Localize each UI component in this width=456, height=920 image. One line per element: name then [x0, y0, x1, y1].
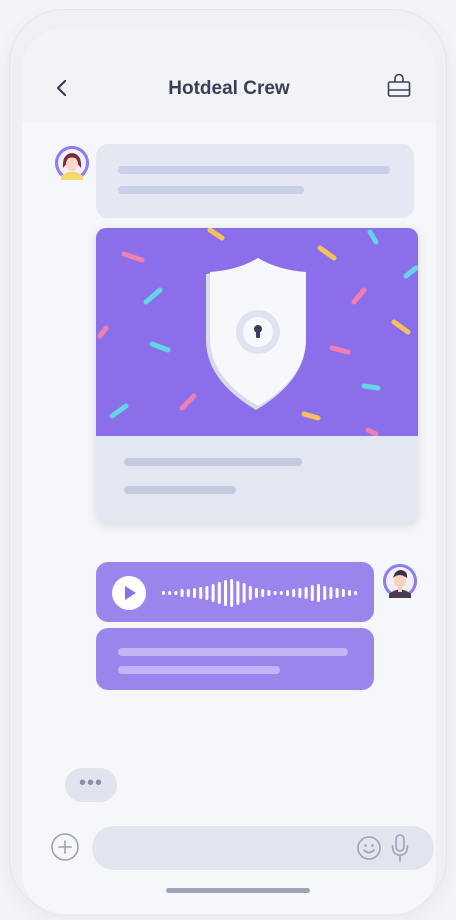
shield-lock-illustration — [96, 228, 418, 436]
voice-message-bubble[interactable] — [96, 562, 374, 622]
waveform-bar — [273, 591, 277, 595]
message-input[interactable] — [92, 826, 434, 870]
text-line-placeholder — [118, 166, 390, 174]
outgoing-text-bubble[interactable] — [96, 628, 374, 690]
text-line-placeholder — [124, 458, 302, 466]
avatar[interactable] — [383, 564, 417, 598]
waveform-bar — [323, 586, 327, 600]
shopping-bag-icon[interactable] — [386, 73, 412, 99]
waveform-bar — [292, 589, 296, 597]
smiley-icon[interactable] — [356, 835, 382, 861]
waveform-bar — [236, 581, 240, 605]
waveform-bar — [341, 589, 345, 597]
text-line-placeholder — [118, 186, 304, 194]
waveform-bar — [199, 587, 203, 599]
chat-header: Hotdeal Crew — [22, 28, 436, 122]
text-line-placeholder — [118, 666, 280, 674]
waveform-bar — [224, 580, 227, 606]
waveform-bar — [162, 591, 165, 595]
waveform-bar — [304, 587, 308, 599]
waveform-bar — [279, 591, 283, 595]
waveform-bar — [180, 589, 184, 597]
waveform-bar — [255, 588, 258, 598]
waveform-bar — [261, 589, 265, 597]
waveform-bar — [248, 586, 252, 600]
waveform-bar — [310, 585, 314, 601]
waveform-bar — [186, 589, 190, 597]
waveform-bar — [298, 588, 302, 598]
waveform-bar — [317, 584, 320, 602]
waveform-bar — [267, 590, 271, 596]
avatar[interactable] — [55, 146, 89, 180]
text-line-placeholder — [124, 486, 236, 494]
incoming-text-bubble[interactable] — [96, 144, 414, 218]
waveform-bar — [348, 590, 351, 596]
waveform-bar — [354, 591, 358, 595]
waveform-bar — [242, 583, 246, 603]
play-icon[interactable] — [112, 576, 146, 610]
plus-icon[interactable] — [50, 832, 80, 862]
chat-title: Hotdeal Crew — [168, 78, 290, 99]
audio-waveform[interactable] — [160, 578, 366, 608]
waveform-bar — [205, 586, 209, 600]
waveform-bar — [168, 591, 172, 595]
microphone-icon[interactable] — [390, 833, 410, 863]
home-indicator — [166, 888, 310, 893]
waveform-bar — [286, 590, 289, 596]
chat-screen: Hotdeal Crew ••• — [22, 28, 436, 914]
text-line-placeholder — [118, 648, 348, 656]
waveform-bar — [217, 582, 221, 604]
waveform-bar — [230, 579, 234, 607]
waveform-bar — [193, 588, 196, 598]
waveform-bar — [174, 591, 178, 595]
waveform-bar — [329, 587, 333, 599]
waveform-bar — [335, 588, 339, 598]
waveform-bar — [211, 584, 215, 602]
typing-indicator: ••• — [65, 768, 117, 802]
security-card[interactable] — [96, 228, 418, 522]
